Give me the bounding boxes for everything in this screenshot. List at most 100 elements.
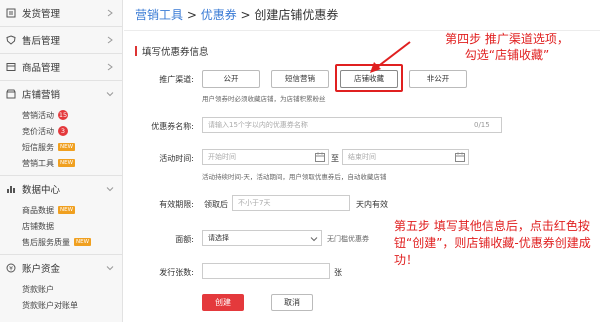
sidebar-item-product-data[interactable]: 商品数据 NEW <box>22 202 122 218</box>
sidebar-section-header[interactable]: 发货管理 <box>0 0 122 26</box>
sidebar-section-header[interactable]: 数据中心 <box>0 176 122 202</box>
section-title-text: 填写优惠券信息 <box>142 47 209 58</box>
sidebar-section-label: 商品管理 <box>22 63 61 74</box>
denomination-hint: 无门槛优惠券 <box>327 235 369 243</box>
sidebar-section-label: 账户资金 <box>22 264 61 275</box>
sidebar-item-marketing-tools[interactable]: 营销工具 NEW <box>22 155 122 171</box>
sidebar-item-bidding-activity[interactable]: 竞价活动 3 <box>22 123 122 139</box>
sidebar-item-service-quality[interactable]: 售后服务质量 NEW <box>22 234 122 250</box>
validity-days-input[interactable]: 不小于7天 <box>232 195 350 211</box>
validity-suffix: 天内有效 <box>356 200 388 209</box>
sidebar-item-marketing-activity[interactable]: 营销活动 15 <box>22 107 122 123</box>
calendar-icon[interactable] <box>455 152 465 162</box>
quantity-input[interactable] <box>202 263 330 279</box>
sidebar-submenu: 货款账户 货款账户对账单 <box>0 281 122 317</box>
sidebar-section-label: 发货管理 <box>22 9 61 20</box>
activity-time-hint: 活动持续时间-天，活动期间，用户领取优惠券后，自动收藏店铺 <box>202 173 387 181</box>
chevron-down-icon <box>106 266 114 271</box>
chevron-down-icon <box>310 237 318 242</box>
breadcrumb-current: 创建店铺优惠券 <box>254 8 339 22</box>
count-badge: 3 <box>58 126 68 136</box>
quantity-suffix: 张 <box>334 268 342 277</box>
sidebar-item-label: 店铺数据 <box>22 221 54 231</box>
sidebar-item-label: 短信服务 <box>22 142 54 152</box>
svg-text:¥: ¥ <box>9 265 13 272</box>
chevron-down-icon <box>106 92 114 97</box>
sidebar-section-label: 店铺营销 <box>22 90 61 101</box>
sidebar-item-payment-account[interactable]: 货款账户 <box>22 281 122 297</box>
channel-label: 推广渠道: <box>159 75 194 84</box>
validity-label: 有效期限: <box>159 200 194 209</box>
new-badge: NEW <box>58 143 76 151</box>
sidebar-section-data: 数据中心 商品数据 NEW 店铺数据 售后服务质量 NEW <box>0 176 122 255</box>
sidebar-item-account-statement[interactable]: 货款账户对账单 <box>22 297 122 313</box>
time-range-separator: 至 <box>331 154 339 163</box>
chevron-right-icon <box>107 9 113 17</box>
channel-option-private[interactable]: 非公开 <box>409 70 467 88</box>
new-badge: NEW <box>58 159 76 167</box>
sidebar-section-header[interactable]: ¥ 账户资金 <box>0 255 122 281</box>
activity-time-label: 活动时间: <box>159 154 194 163</box>
sidebar-item-label: 货款账户对账单 <box>22 300 78 310</box>
money-icon: ¥ <box>6 263 16 273</box>
section-title: 填写优惠券信息 <box>135 44 209 58</box>
sidebar-item-sms-service[interactable]: 短信服务 NEW <box>22 139 122 155</box>
chevron-right-icon <box>107 63 113 71</box>
chevron-right-icon <box>107 36 113 44</box>
sidebar-item-store-data[interactable]: 店铺数据 <box>22 218 122 234</box>
create-button[interactable]: 创建 <box>202 294 244 311</box>
coupon-name-counter: 0/15 <box>474 121 490 129</box>
breadcrumb-link-marketing-tools[interactable]: 营销工具 <box>135 8 183 22</box>
sidebar-section-product: 商品管理 <box>0 54 122 81</box>
denomination-select[interactable]: 请选择 <box>202 230 322 246</box>
channel-option-public[interactable]: 公开 <box>202 70 260 88</box>
calendar-icon[interactable] <box>315 152 325 162</box>
sidebar-item-label: 营销工具 <box>22 158 54 168</box>
sidebar-item-label: 货款账户 <box>22 284 54 294</box>
new-badge: NEW <box>58 206 76 214</box>
breadcrumb-separator: > <box>236 8 255 22</box>
sidebar-section-shipping: 发货管理 <box>0 0 122 27</box>
sidebar-section-header[interactable]: 商品管理 <box>0 54 122 80</box>
start-time-input[interactable]: 开始时间 <box>202 149 329 165</box>
channel-hint: 用户领券时必须收藏店铺，为店铺积累粉丝 <box>202 95 326 103</box>
cancel-button[interactable]: 取消 <box>271 294 313 311</box>
chevron-down-icon <box>106 187 114 192</box>
sidebar-section-funds: ¥ 账户资金 货款账户 货款账户对账单 <box>0 255 122 317</box>
sidebar-item-label: 营销活动 <box>22 110 54 120</box>
count-badge: 15 <box>58 110 68 120</box>
sidebar-section-label: 数据中心 <box>22 185 61 196</box>
sidebar-submenu: 营销活动 15 竞价活动 3 短信服务 NEW 营销工具 NEW <box>0 107 122 175</box>
store-icon <box>6 89 16 99</box>
sidebar-section-marketing: 店铺营销 营销活动 15 竞价活动 3 短信服务 NEW 营销工具 NEW <box>0 81 122 176</box>
sidebar-section-aftersale: 售后管理 <box>0 27 122 54</box>
sidebar-item-label: 售后服务质量 <box>22 237 70 247</box>
new-badge: NEW <box>74 238 92 246</box>
shipping-icon <box>6 8 16 18</box>
sidebar-section-header[interactable]: 店铺营销 <box>0 81 122 107</box>
sidebar-submenu: 商品数据 NEW 店铺数据 售后服务质量 NEW <box>0 202 122 254</box>
sidebar-section-label: 售后管理 <box>22 36 61 47</box>
end-time-input[interactable]: 结束时间 <box>342 149 469 165</box>
validity-prefix: 领取后 <box>204 200 228 209</box>
product-icon <box>6 62 16 72</box>
step4-line2: 勾选“店铺收藏” <box>464 48 550 62</box>
breadcrumb-link-coupon[interactable]: 优惠券 <box>201 8 237 22</box>
denomination-label: 面额: <box>175 235 194 244</box>
channel-option-sms[interactable]: 短信营销 <box>271 70 329 88</box>
coupon-name-input[interactable]: 请输入15个字以内的优惠券名称 <box>202 117 502 133</box>
sidebar: 发货管理 售后管理 商品管理 店铺营销 营销活动 15 竞价活动 3 短信服务 NEW… <box>0 0 123 322</box>
sidebar-section-header[interactable]: 售后管理 <box>0 27 122 53</box>
coupon-name-label: 优惠券名称: <box>151 122 194 131</box>
shield-icon <box>6 35 16 45</box>
section-title-bar <box>135 46 137 56</box>
quantity-label: 发行张数: <box>159 268 194 277</box>
sidebar-item-label: 商品数据 <box>22 205 54 215</box>
breadcrumb: 营销工具 > 优惠券 > 创建店铺优惠券 <box>135 6 338 23</box>
main-content: 营销工具 > 优惠券 > 创建店铺优惠券 填写优惠券信息 推广渠道: 公开 短信… <box>124 0 600 322</box>
breadcrumb-separator: > <box>183 8 201 22</box>
step4-line1: 第四步 推广渠道选项， <box>445 32 569 46</box>
step5-annotation: 第五步 填写其他信息后，点击红色按钮“创建”，则店铺收藏-优惠券创建成功！ <box>394 219 591 267</box>
step4-annotation: 第四步 推广渠道选项， 勾选“店铺收藏” <box>407 31 600 63</box>
sidebar-item-label: 竞价活动 <box>22 126 54 136</box>
